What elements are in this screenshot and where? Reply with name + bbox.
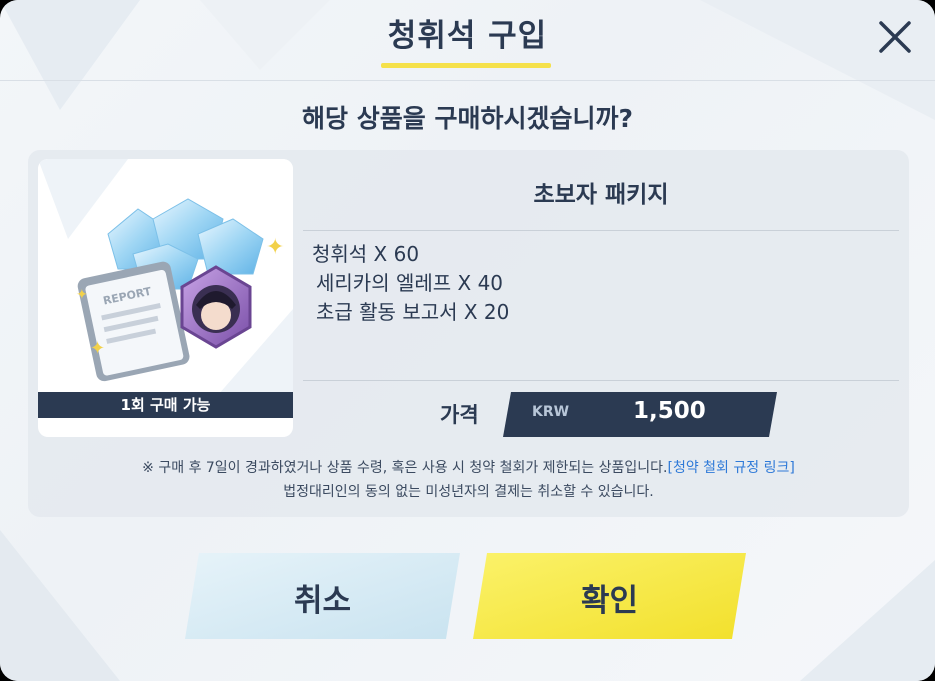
contents-divider bbox=[303, 380, 899, 381]
close-button[interactable] bbox=[872, 14, 918, 60]
confirm-question: 해당 상품을 구매하시겠습니까? bbox=[302, 104, 633, 133]
svg-text:✦: ✦ bbox=[266, 235, 284, 260]
confirm-button[interactable]: 확인 bbox=[473, 553, 746, 639]
confirm-label: 확인 bbox=[580, 583, 639, 619]
purchase-limit-badge: 1회 구매 가능 bbox=[38, 392, 293, 418]
price-box: KRW 1,500 bbox=[503, 392, 777, 437]
content-item: 세리카의 엘레프 X 40 bbox=[316, 271, 504, 295]
content-item: 청휘석 X 60 bbox=[312, 242, 420, 266]
price-label: 가격 bbox=[440, 403, 479, 427]
refund-policy-link[interactable]: [청약 철회 규정 링크] bbox=[667, 460, 794, 476]
close-icon bbox=[879, 21, 911, 53]
header-divider bbox=[0, 80, 935, 81]
svg-text:✦: ✦ bbox=[90, 338, 105, 359]
package-contents: 청휘석 X 60 세리카의 엘레프 X 40 초급 활동 보고서 X 20 bbox=[312, 240, 509, 327]
name-divider bbox=[303, 230, 899, 231]
notice-line-1: ※ 구매 후 7일이 경과하였거나 상품 수령, 혹은 사용 시 청약 철회가 … bbox=[142, 460, 668, 476]
title-underline bbox=[381, 63, 551, 68]
cancel-button[interactable]: 취소 bbox=[185, 553, 460, 639]
package-name: 초보자 패키지 bbox=[533, 182, 669, 208]
content-item: 초급 활동 보고서 X 20 bbox=[316, 300, 510, 324]
currency-label: KRW bbox=[532, 404, 570, 420]
price-value: 1,500 bbox=[633, 398, 706, 424]
purchase-dialog: 청휘석 구입 해당 상품을 구매하시겠습니까? REPORT ✦ ✦ ✦ 1회 … bbox=[0, 0, 935, 681]
package-image: REPORT ✦ ✦ ✦ bbox=[38, 159, 293, 395]
cancel-label: 취소 bbox=[293, 583, 352, 619]
notice-line-2: 법정대리인의 동의 없는 미성년자의 결제는 취소할 수 있습니다. bbox=[283, 484, 654, 500]
product-card: REPORT ✦ ✦ ✦ 1회 구매 가능 bbox=[38, 159, 293, 437]
dialog-title: 청휘석 구입 bbox=[387, 18, 548, 54]
refund-notice: ※ 구매 후 7일이 경과하였거나 상품 수령, 혹은 사용 시 청약 철회가 … bbox=[28, 456, 909, 504]
svg-text:✦: ✦ bbox=[76, 287, 88, 303]
